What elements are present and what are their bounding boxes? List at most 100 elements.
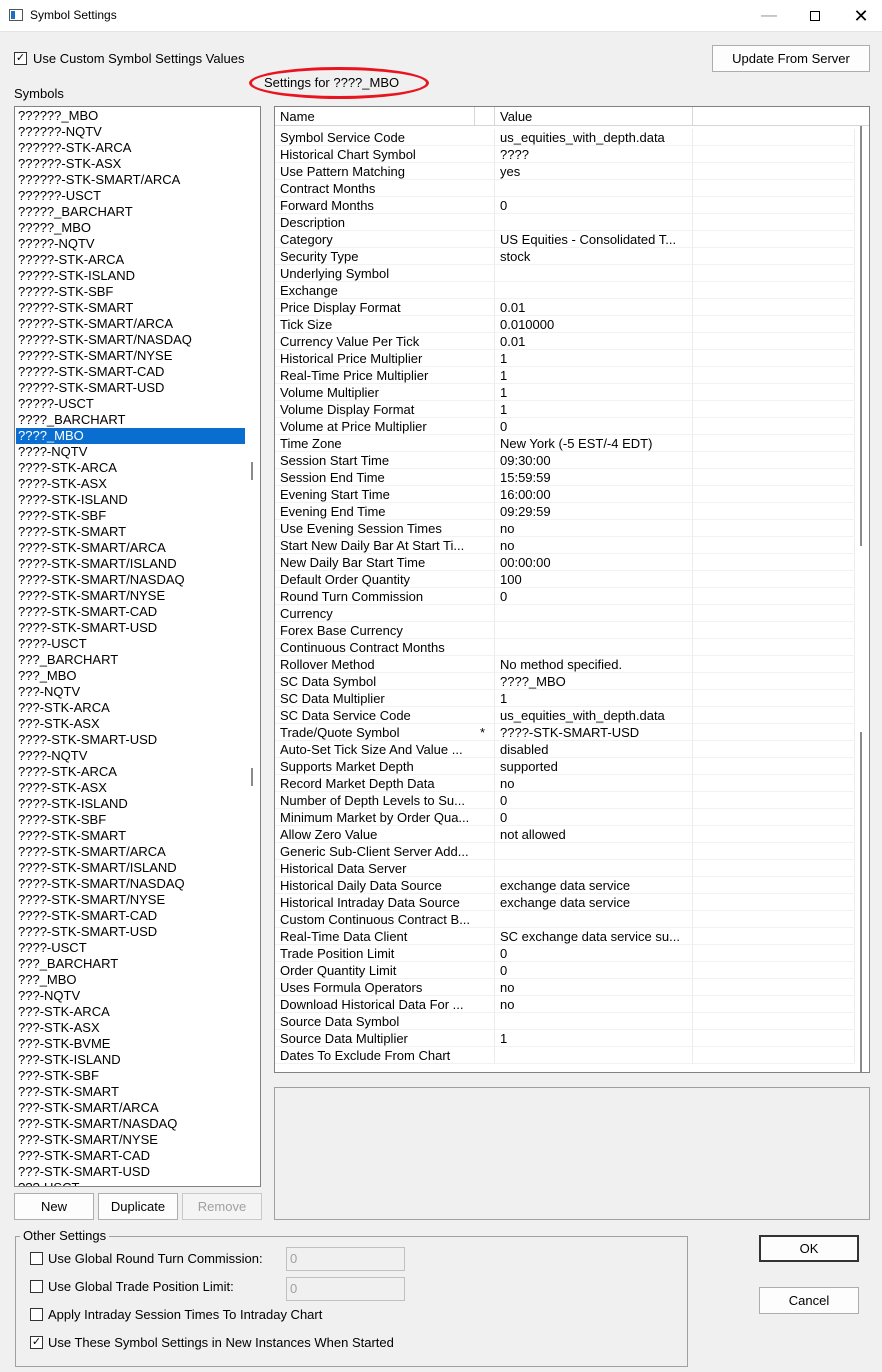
grid-row[interactable]: Time Zone New York (-5 EST/-4 EDT) bbox=[275, 435, 855, 452]
grid-cell-value[interactable]: 0.01 bbox=[495, 299, 693, 316]
symbol-list-item[interactable]: ??????_MBO bbox=[18, 108, 98, 124]
grid-cell-value[interactable]: ????-STK-SMART-USD bbox=[495, 724, 693, 741]
symbols-scroll-thumb[interactable] bbox=[251, 462, 253, 480]
grid-cell-value[interactable]: 0.01 bbox=[495, 333, 693, 350]
symbol-list-item[interactable]: ???_MBO bbox=[18, 972, 77, 988]
grid-cell-value[interactable]: us_equities_with_depth.data bbox=[495, 129, 693, 146]
symbol-list-item[interactable]: ????-USCT bbox=[18, 636, 87, 652]
grid-cell-value[interactable] bbox=[495, 282, 693, 299]
grid-row[interactable]: Source Data Symbol bbox=[275, 1013, 855, 1030]
symbol-list-item[interactable]: ????-STK-SBF bbox=[18, 812, 106, 828]
duplicate-button[interactable]: Duplicate bbox=[98, 1193, 178, 1220]
grid-row[interactable]: Volume Display Format 1 bbox=[275, 401, 855, 418]
grid-cell-value[interactable] bbox=[495, 639, 693, 656]
symbol-list-item[interactable]: ????_MBO bbox=[16, 428, 245, 444]
grid-row[interactable]: Order Quantity Limit 0 bbox=[275, 962, 855, 979]
grid-cell-value[interactable]: SC exchange data service su... bbox=[495, 928, 693, 945]
grid-row[interactable]: Rollover Method No method specified. bbox=[275, 656, 855, 673]
grid-row[interactable]: Generic Sub-Client Server Add... bbox=[275, 843, 855, 860]
grid-row[interactable]: Use Evening Session Times no bbox=[275, 520, 855, 537]
symbol-list-item[interactable]: ????-USCT bbox=[18, 940, 87, 956]
global-commission-input[interactable]: 0 bbox=[286, 1247, 405, 1271]
grid-row[interactable]: Trade Position Limit 0 bbox=[275, 945, 855, 962]
grid-row[interactable]: SC Data Symbol ????_MBO bbox=[275, 673, 855, 690]
symbol-list-item[interactable]: ????-STK-SMART/NYSE bbox=[18, 588, 165, 604]
grid-cell-value[interactable]: exchange data service bbox=[495, 877, 693, 894]
symbol-list-item[interactable]: ????-NQTV bbox=[18, 444, 87, 460]
grid-cell-value[interactable]: No method specified. bbox=[495, 656, 693, 673]
grid-cell-value[interactable]: 1 bbox=[495, 367, 693, 384]
grid-row[interactable]: Volume Multiplier 1 bbox=[275, 384, 855, 401]
grid-cell-value[interactable]: supported bbox=[495, 758, 693, 775]
symbol-list-item[interactable]: ??????-NQTV bbox=[18, 124, 102, 140]
symbol-list-item[interactable]: ?????-USCT bbox=[18, 396, 94, 412]
grid-row[interactable]: Session Start Time 09:30:00 bbox=[275, 452, 855, 469]
symbol-list-item[interactable]: ?????-STK-SMART/ARCA bbox=[18, 316, 173, 332]
symbol-list-item[interactable]: ????-STK-SMART-CAD bbox=[18, 908, 157, 924]
grid-cell-value[interactable]: no bbox=[495, 979, 693, 996]
symbol-list-item[interactable]: ????-STK-SMART-USD bbox=[18, 924, 157, 940]
symbol-list-item[interactable]: ???-STK-ARCA bbox=[18, 1004, 110, 1020]
symbol-list-item[interactable]: ???-STK-ARCA bbox=[18, 700, 110, 716]
symbol-list-item[interactable]: ???-STK-SMART/NASDAQ bbox=[18, 1116, 177, 1132]
symbols-list[interactable]: ??????_MBO ??????-NQTV ??????-STK-ARCA????… bbox=[14, 106, 261, 1187]
grid-row[interactable]: Underlying Symbol bbox=[275, 265, 855, 282]
symbol-list-item[interactable]: ????-STK-SMART/ARCA bbox=[18, 540, 166, 556]
grid-cell-value[interactable] bbox=[495, 1047, 693, 1064]
symbol-list-item[interactable]: ????-STK-SMART-CAD bbox=[18, 604, 157, 620]
grid-cell-value[interactable] bbox=[495, 605, 693, 622]
ok-button[interactable]: OK bbox=[759, 1235, 859, 1262]
grid-row[interactable]: Source Data Multiplier 1 bbox=[275, 1030, 855, 1047]
symbol-list-item[interactable]: ????-STK-ASX bbox=[18, 476, 107, 492]
symbol-list-item[interactable]: ???-STK-BVME bbox=[18, 1036, 110, 1052]
grid-row[interactable]: Description bbox=[275, 214, 855, 231]
grid-row[interactable]: Dates To Exclude From Chart bbox=[275, 1047, 855, 1064]
grid-cell-value[interactable]: us_equities_with_depth.data bbox=[495, 707, 693, 724]
symbol-list-item[interactable]: ??????-STK-ARCA bbox=[18, 140, 131, 156]
grid-row[interactable]: Historical Data Server bbox=[275, 860, 855, 877]
grid-row[interactable]: Forward Months 0 bbox=[275, 197, 855, 214]
symbol-list-item[interactable]: ????-STK-SMART/NASDAQ bbox=[18, 876, 185, 892]
grid-row[interactable]: Supports Market Depth supported bbox=[275, 758, 855, 775]
symbol-list-item[interactable]: ????-STK-SBF bbox=[18, 508, 106, 524]
grid-cell-value[interactable]: no bbox=[495, 520, 693, 537]
symbol-list-item[interactable]: ????_BARCHART bbox=[18, 412, 125, 428]
symbol-list-item[interactable]: ???-STK-ISLAND bbox=[18, 1052, 121, 1068]
symbol-list-item[interactable]: ????-STK-SMART-USD bbox=[18, 620, 157, 636]
grid-scroll-thumb-2[interactable] bbox=[860, 732, 862, 1072]
symbol-list-item[interactable]: ?????_BARCHART bbox=[18, 204, 133, 220]
symbol-list-item[interactable]: ???-STK-SMART-CAD bbox=[18, 1148, 150, 1164]
grid-cell-value[interactable]: 00:00:00 bbox=[495, 554, 693, 571]
symbol-list-item[interactable]: ???-STK-SMART/NYSE bbox=[18, 1132, 158, 1148]
grid-row[interactable]: Historical Daily Data Source exchange dat… bbox=[275, 877, 855, 894]
settings-grid[interactable]: Name Value Symbol Service Code us_equitie… bbox=[274, 106, 870, 1073]
symbol-list-item[interactable]: ????-STK-SMART bbox=[18, 524, 126, 540]
grid-cell-value[interactable]: no bbox=[495, 775, 693, 792]
apply-intraday-checkbox[interactable] bbox=[30, 1308, 43, 1321]
grid-row[interactable]: Default Order Quantity 100 bbox=[275, 571, 855, 588]
symbol-list-item[interactable]: ???-NQTV bbox=[18, 684, 80, 700]
symbol-list-item[interactable]: ???-STK-SMART-USD bbox=[18, 1164, 150, 1180]
column-header-flag[interactable] bbox=[475, 107, 495, 126]
grid-row[interactable]: Historical Chart Symbol???? bbox=[275, 146, 855, 163]
symbol-list-item[interactable]: ???_BARCHART bbox=[18, 652, 118, 668]
grid-row[interactable]: Round Turn Commission 0 bbox=[275, 588, 855, 605]
grid-cell-value[interactable] bbox=[495, 265, 693, 282]
grid-cell-value[interactable]: ????_MBO bbox=[495, 673, 693, 690]
grid-cell-value[interactable]: US Equities - Consolidated T... bbox=[495, 231, 693, 248]
symbol-list-item[interactable]: ?????-STK-SMART bbox=[18, 300, 133, 316]
grid-row[interactable]: Currency Value Per Tick 0.01 bbox=[275, 333, 855, 350]
grid-cell-value[interactable]: 0 bbox=[495, 809, 693, 826]
symbols-scroll-thumb-2[interactable] bbox=[251, 768, 253, 786]
grid-row[interactable]: Number of Depth Levels to Su... 0 bbox=[275, 792, 855, 809]
grid-row[interactable]: Historical Intraday Data Source exchange … bbox=[275, 894, 855, 911]
grid-row[interactable]: Historical Price Multiplier 1 bbox=[275, 350, 855, 367]
grid-row[interactable]: Evening End Time 09:29:59 bbox=[275, 503, 855, 520]
grid-cell-value[interactable]: disabled bbox=[495, 741, 693, 758]
grid-cell-value[interactable]: 0 bbox=[495, 792, 693, 809]
grid-cell-value[interactable]: 1 bbox=[495, 1030, 693, 1047]
symbol-list-item[interactable]: ???_MBO bbox=[18, 668, 77, 684]
grid-row[interactable]: Minimum Market by Order Qua... 0 bbox=[275, 809, 855, 826]
grid-cell-value[interactable]: 16:00:00 bbox=[495, 486, 693, 503]
grid-cell-value[interactable]: 09:30:00 bbox=[495, 452, 693, 469]
